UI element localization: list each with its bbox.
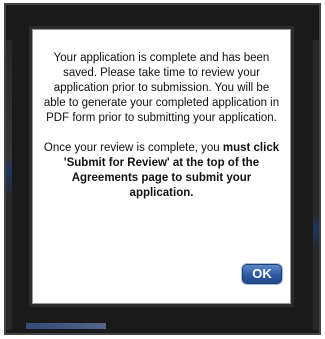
dialog-message: Your application is complete and has bee… <box>42 51 281 201</box>
background-page-left-edge <box>6 40 12 330</box>
page: Your application is complete and has bee… <box>0 0 325 339</box>
background-page-right-edge <box>313 40 319 330</box>
dialog-paragraph-2: Once your review is complete, you must c… <box>42 141 281 201</box>
confirmation-dialog: Your application is complete and has bee… <box>29 26 294 307</box>
background-link <box>26 323 106 329</box>
dialog-paragraph-1: Your application is complete and has bee… <box>43 52 280 124</box>
ok-button[interactable]: OK <box>242 264 282 284</box>
dialog-paragraph-2-intro: Once your review is complete, you <box>43 142 220 154</box>
